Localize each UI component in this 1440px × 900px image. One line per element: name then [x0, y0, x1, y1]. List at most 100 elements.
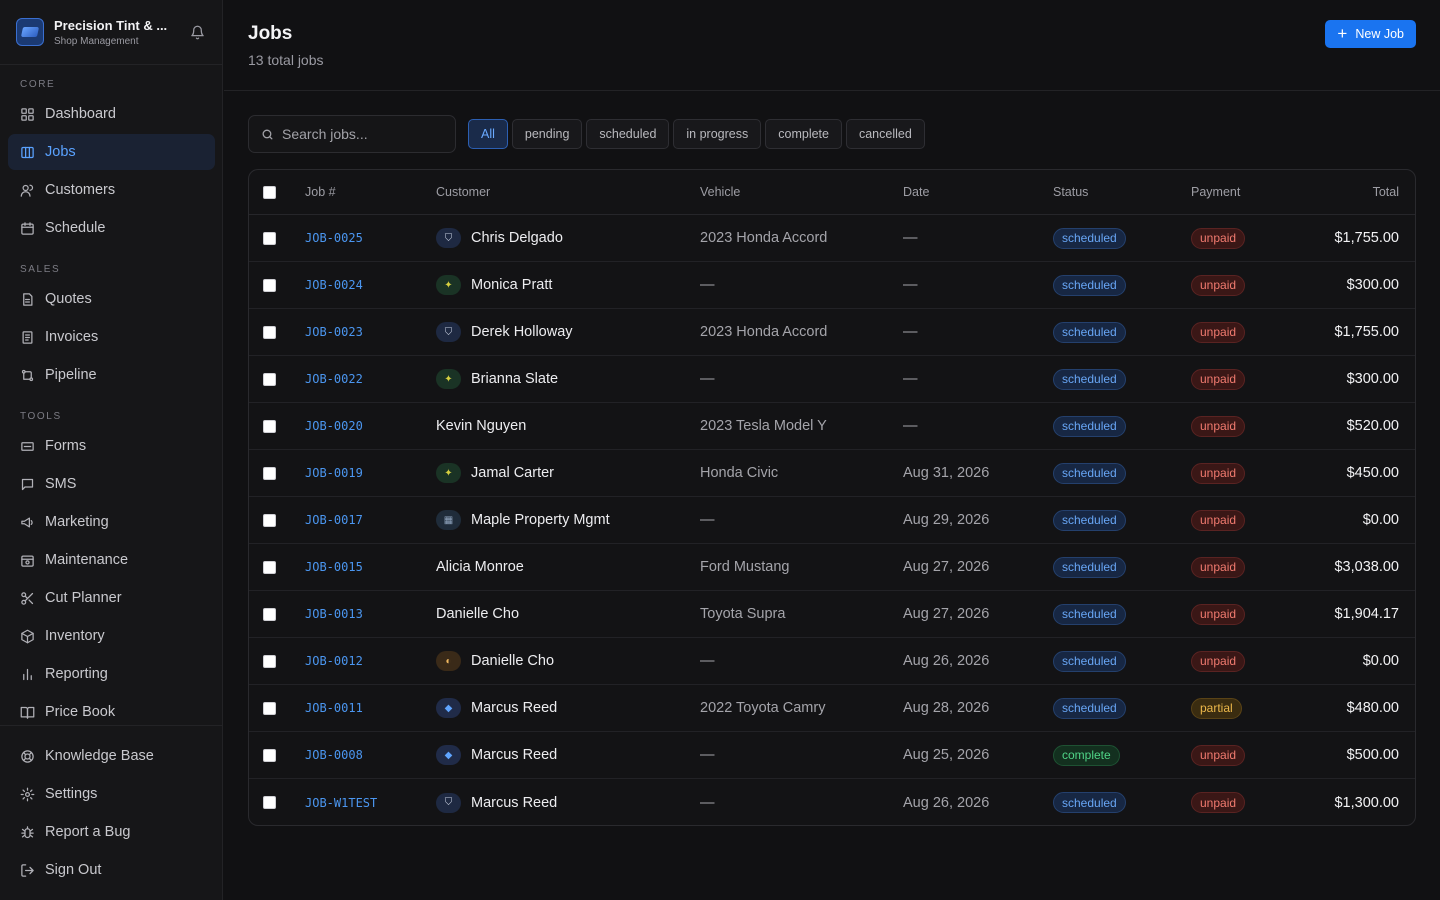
job-total: $500.00 [1346, 747, 1399, 763]
row-checkbox[interactable] [263, 638, 276, 684]
sidebar-item-quotes[interactable]: Quotes [8, 281, 215, 317]
filter-cancelled[interactable]: cancelled [845, 119, 925, 149]
sidebar-item-customers[interactable]: Customers [8, 172, 215, 208]
customer-name[interactable]: Jamal Carter [471, 465, 554, 481]
job-number-link[interactable]: JOB-0019 [305, 466, 363, 480]
job-number-link[interactable]: JOB-0015 [305, 560, 363, 574]
customer-name[interactable]: Danielle Cho [436, 606, 519, 622]
job-number-link[interactable]: JOB-0011 [305, 701, 363, 715]
column-customer[interactable]: Customer [436, 170, 490, 214]
row-checkbox[interactable] [263, 309, 276, 355]
status-badge: complete [1053, 744, 1120, 766]
table-header: Job # Customer Vehicle Date Status Payme… [249, 170, 1415, 215]
sidebar-item-maintenance[interactable]: Maintenance [8, 542, 215, 578]
job-number-link[interactable]: JOB-0024 [305, 278, 363, 292]
job-number-link[interactable]: JOB-0012 [305, 654, 363, 668]
customer-name[interactable]: Monica Pratt [471, 277, 552, 293]
bell-icon[interactable] [188, 23, 206, 41]
row-checkbox[interactable] [263, 450, 276, 496]
sidebar-item-invoices[interactable]: Invoices [8, 319, 215, 355]
row-checkbox[interactable] [263, 732, 276, 778]
sidebar-item-knowledge-base[interactable]: Knowledge Base [8, 738, 215, 774]
sidebar-item-schedule[interactable]: Schedule [8, 210, 215, 246]
sidebar-item-inventory[interactable]: Inventory [8, 618, 215, 654]
job-number-link[interactable]: JOB-0025 [305, 231, 363, 245]
sidebar-item-marketing[interactable]: Marketing [8, 504, 215, 540]
row-checkbox[interactable] [263, 356, 276, 402]
table-row[interactable]: JOB-0008 ◆ Marcus Reed — Aug 25, 2026 complet… [249, 732, 1415, 779]
job-number-link[interactable]: JOB-0020 [305, 419, 363, 433]
sidebar-item-report-a-bug[interactable]: Report a Bug [8, 814, 215, 850]
filter-all[interactable]: All [468, 119, 508, 149]
select-all-checkbox[interactable] [263, 170, 276, 214]
sidebar-item-sign-out[interactable]: Sign Out [8, 852, 215, 888]
job-number-link[interactable]: JOB-0023 [305, 325, 363, 339]
job-number-link[interactable]: JOB-0013 [305, 607, 363, 621]
new-job-button[interactable]: + New Job [1325, 20, 1416, 48]
table-row[interactable]: JOB-0012 ◐ Danielle Cho — Aug 26, 2026 schedu… [249, 638, 1415, 685]
sidebar-item-pipeline[interactable]: Pipeline [8, 357, 215, 393]
megaphone-icon [21, 517, 33, 527]
table-row[interactable]: JOB-0020 Kevin Nguyen 2023 Tesla Model Y — s… [249, 403, 1415, 450]
table-row[interactable]: JOB-0022 ✦ Brianna Slate — — scheduled unpaid $… [249, 356, 1415, 403]
table-row[interactable]: JOB-0019 ✦ Jamal Carter Honda Civic Aug 31, … [249, 450, 1415, 497]
customer-name[interactable]: Maple Property Mgmt [471, 512, 610, 528]
row-checkbox[interactable] [263, 403, 276, 449]
job-number-link[interactable]: JOB-0022 [305, 372, 363, 386]
row-checkbox[interactable] [263, 591, 276, 637]
table-row[interactable]: JOB-0015 Alicia Monroe Ford Mustang Aug 27,… [249, 544, 1415, 591]
column-vehicle[interactable]: Vehicle [700, 170, 740, 214]
sidebar-item-sms[interactable]: SMS [8, 466, 215, 502]
sidebar-item-jobs[interactable]: Jobs [8, 134, 215, 170]
row-checkbox[interactable] [263, 779, 276, 825]
customer-name[interactable]: Marcus Reed [471, 795, 557, 811]
column-status[interactable]: Status [1053, 170, 1088, 214]
customer-name[interactable]: Danielle Cho [471, 653, 554, 669]
row-checkbox[interactable] [263, 215, 276, 261]
customer-name[interactable]: Derek Holloway [471, 324, 573, 340]
column-total[interactable]: Total [1373, 170, 1399, 214]
shield-icon: ⛉ [436, 228, 461, 248]
column-date[interactable]: Date [903, 170, 929, 214]
job-number-link[interactable]: JOB-0017 [305, 513, 363, 527]
customer-name[interactable]: Kevin Nguyen [436, 418, 526, 434]
job-number-link[interactable]: JOB-W1TEST [305, 796, 377, 810]
customer-name[interactable]: Brianna Slate [471, 371, 558, 387]
sidebar-item-cut-planner[interactable]: Cut Planner [8, 580, 215, 616]
payment-badge: unpaid [1191, 792, 1246, 813]
customer-name[interactable]: Marcus Reed [471, 700, 557, 716]
status-badge: scheduled [1053, 415, 1126, 437]
search-input[interactable]: Search jobs... [248, 115, 456, 153]
table-row[interactable]: JOB-W1TEST ⛉ Marcus Reed — Aug 26, 2026 sched… [249, 779, 1415, 825]
filter-complete[interactable]: complete [765, 119, 842, 149]
table-row[interactable]: JOB-0017 ▦ Maple Property Mgmt — Aug 29, 202… [249, 497, 1415, 544]
sidebar-item-reporting[interactable]: Reporting [8, 656, 215, 692]
sidebar-item-dashboard[interactable]: Dashboard [8, 96, 215, 132]
sidebar-item-label: Dashboard [45, 106, 116, 122]
customer-name[interactable]: Marcus Reed [471, 747, 557, 763]
filter-scheduled[interactable]: scheduled [586, 119, 670, 149]
sidebar-item-label: Cut Planner [45, 590, 122, 606]
filter-in-progress[interactable]: in progress [673, 119, 762, 149]
row-checkbox[interactable] [263, 262, 276, 308]
row-checkbox[interactable] [263, 497, 276, 543]
table-row[interactable]: JOB-0024 ✦ Monica Pratt — — scheduled unpaid $3… [249, 262, 1415, 309]
sidebar-item-forms[interactable]: Forms [8, 428, 215, 464]
column-job[interactable]: Job # [305, 170, 336, 214]
customer-name[interactable]: Alicia Monroe [436, 559, 524, 575]
table-row[interactable]: JOB-0013 Danielle Cho Toyota Supra Aug 27, … [249, 591, 1415, 638]
sidebar-item-label: Quotes [45, 291, 92, 307]
filter-pending[interactable]: pending [511, 119, 583, 149]
row-checkbox[interactable] [263, 544, 276, 590]
job-number-link[interactable]: JOB-0008 [305, 748, 363, 762]
toolbar: Search jobs... All pending scheduled in pro… [248, 115, 925, 153]
customer-name[interactable]: Chris Delgado [471, 230, 563, 246]
row-checkbox[interactable] [263, 685, 276, 731]
table-row[interactable]: JOB-0023 ⛉ Derek Holloway 2023 Honda Accord… [249, 309, 1415, 356]
sidebar-item-settings[interactable]: Settings [8, 776, 215, 812]
column-payment[interactable]: Payment [1191, 170, 1240, 214]
payment-badge: unpaid [1191, 509, 1246, 531]
table-row[interactable]: JOB-0011 ◆ Marcus Reed 2022 Toyota Camry Aug… [249, 685, 1415, 732]
table-row[interactable]: JOB-0025 ⛉ Chris Delgado 2023 Honda Accord —… [249, 215, 1415, 262]
status-badge: scheduled [1053, 509, 1126, 531]
